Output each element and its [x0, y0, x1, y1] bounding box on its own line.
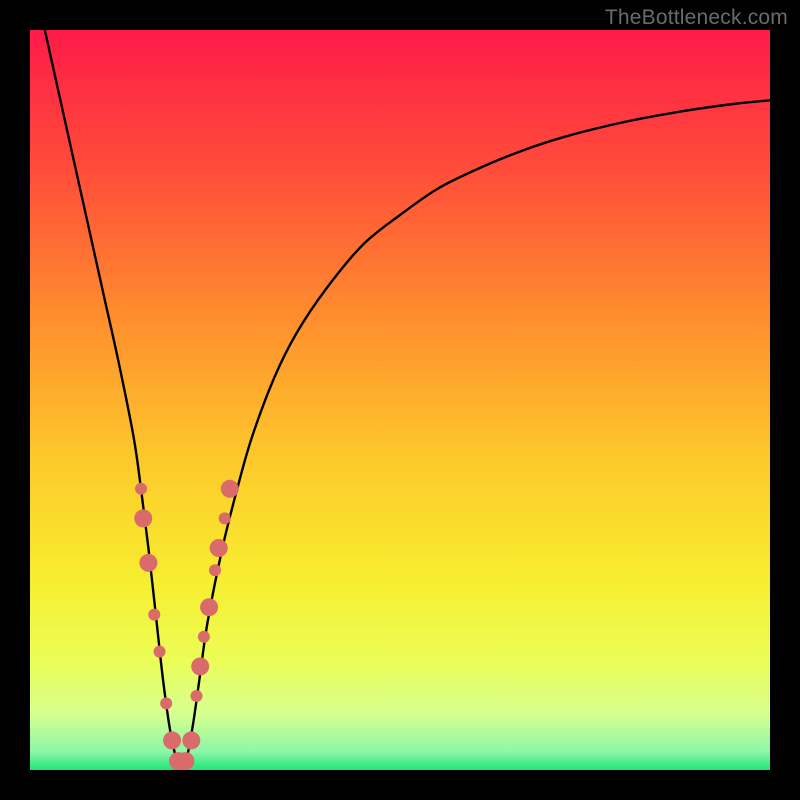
- watermark-label: TheBottleneck.com: [605, 6, 788, 30]
- highlight-marker: [163, 731, 181, 749]
- highlight-marker: [198, 631, 210, 643]
- highlight-marker: [219, 512, 231, 524]
- highlight-marker: [209, 564, 221, 576]
- highlight-marker: [176, 752, 194, 770]
- highlight-marker: [200, 598, 218, 616]
- highlight-marker: [191, 657, 209, 675]
- highlight-marker: [135, 483, 147, 495]
- plot-area: [30, 30, 770, 770]
- highlight-marker: [154, 646, 166, 658]
- highlight-marker: [182, 731, 200, 749]
- highlight-marker: [221, 480, 239, 498]
- highlight-marker: [148, 609, 160, 621]
- highlight-marker: [160, 697, 172, 709]
- bottleneck-chart: [30, 30, 770, 770]
- highlight-marker: [210, 539, 228, 557]
- highlight-marker: [134, 509, 152, 527]
- gradient-background: [30, 30, 770, 770]
- chart-frame: TheBottleneck.com: [0, 0, 800, 800]
- highlight-marker: [139, 554, 157, 572]
- highlight-marker: [191, 690, 203, 702]
